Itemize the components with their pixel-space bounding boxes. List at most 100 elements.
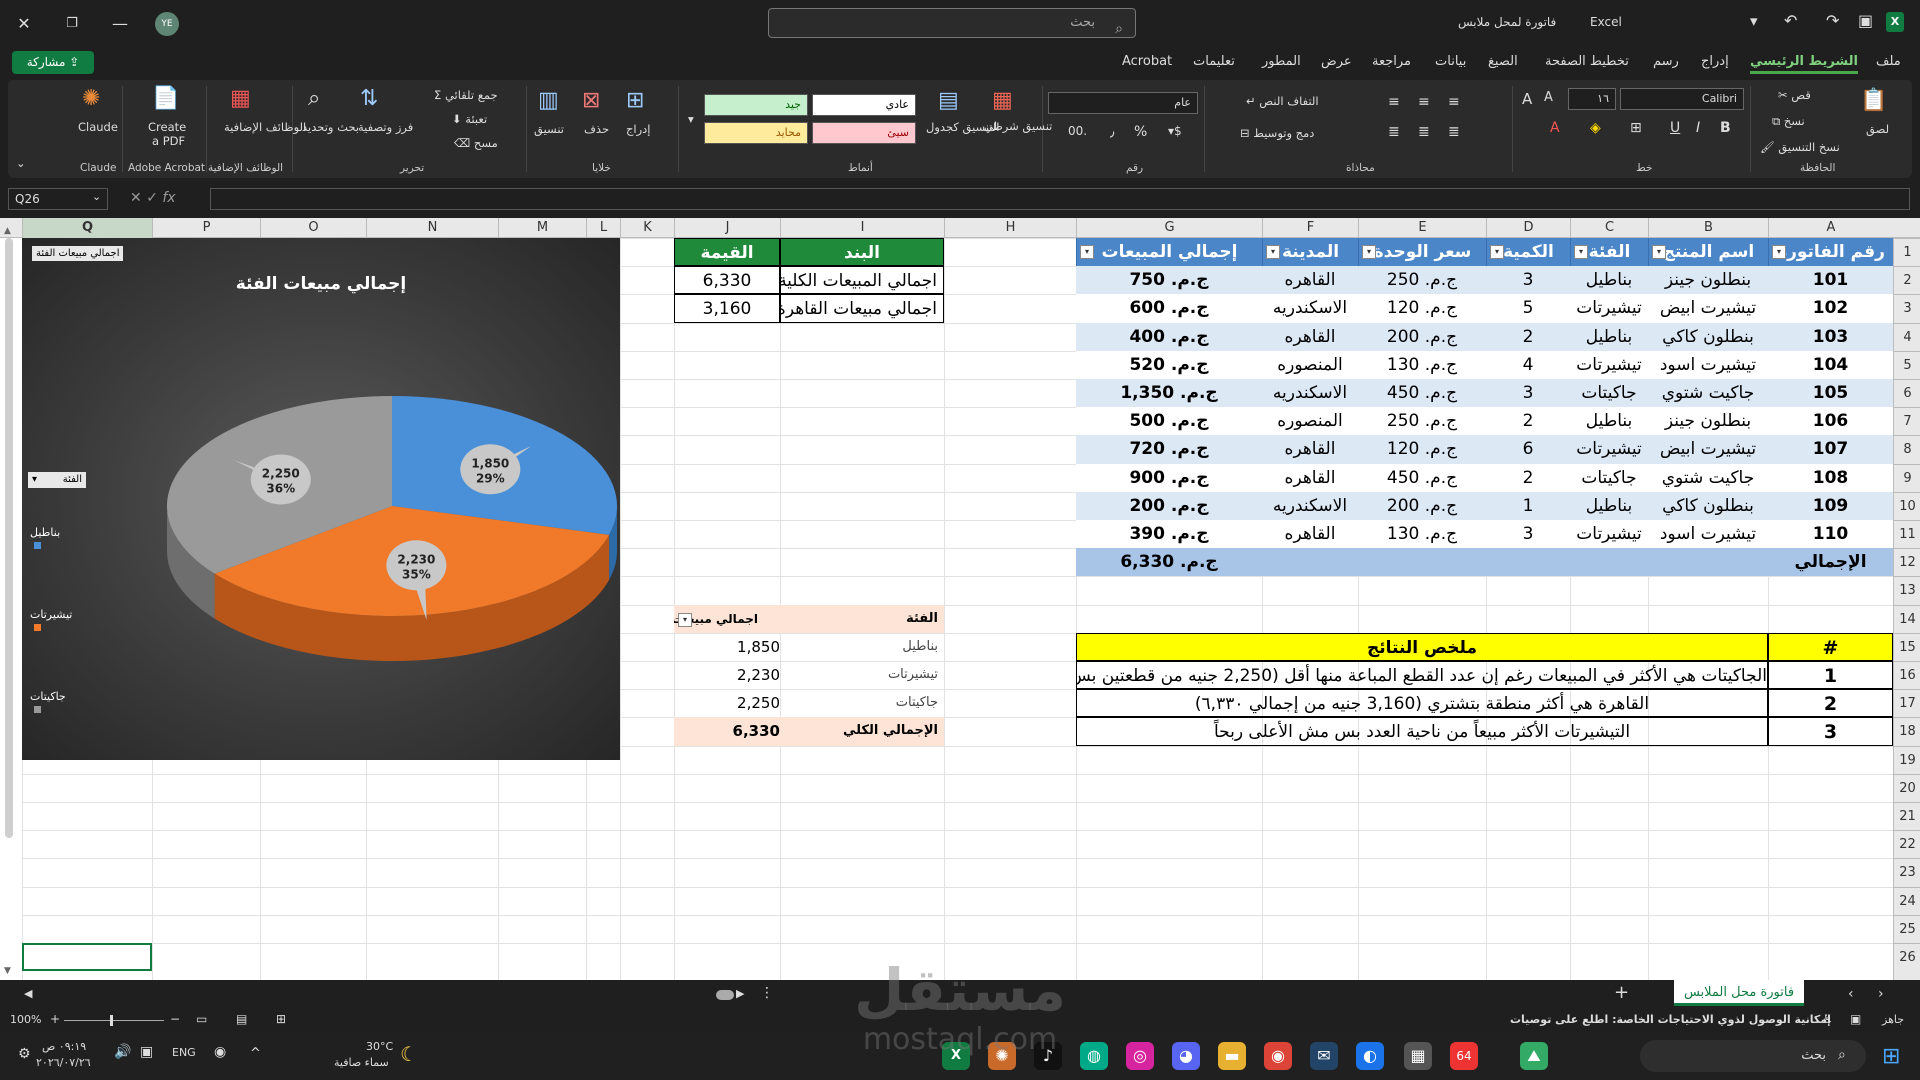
column-header[interactable]: F — [1262, 218, 1358, 238]
clock-time[interactable]: ٠٩:١٩ ص — [42, 1040, 86, 1053]
pivot-category-cell[interactable]: جاكيتات — [780, 689, 944, 717]
claude-button[interactable]: Claude — [78, 120, 118, 134]
kv-value-cell[interactable]: 6,330 — [674, 266, 780, 295]
settings-icon[interactable]: ⚙ — [18, 1046, 31, 1062]
row-header[interactable]: 3 — [1894, 294, 1920, 322]
total-value-cell[interactable]: ج.م. 6,330 — [1076, 548, 1262, 577]
page-layout-view-icon[interactable]: ▤ — [236, 1012, 247, 1026]
next-sheet-icon[interactable]: › — [1878, 986, 1884, 1002]
total-sales-cell[interactable]: ج.م. 520 — [1076, 350, 1262, 379]
invoice-number-cell[interactable]: 104 — [1768, 350, 1893, 379]
insert-cells-button[interactable]: إدراج — [626, 122, 651, 136]
row-header[interactable]: 10 — [1894, 491, 1920, 520]
table-cell[interactable]: 2 — [1486, 407, 1570, 436]
delete-cells-button[interactable]: حذف — [584, 122, 609, 136]
pdf-icon[interactable]: 📄 — [152, 86, 179, 111]
language-indicator[interactable]: ENG — [172, 1046, 196, 1059]
restore-icon[interactable]: ❐ — [60, 12, 84, 36]
pivot-filter-icon[interactable]: ▾ — [678, 612, 692, 627]
pivot-category-cell[interactable]: تيشيرتات — [780, 661, 944, 689]
format-as-table-icon[interactable]: ▤ — [938, 88, 959, 113]
row-header[interactable]: 6 — [1894, 379, 1920, 407]
finding-text[interactable]: القاهرة هي أكثر منطقة بتشتري (3,160 جنيه… — [1076, 689, 1768, 718]
minimize-icon[interactable]: — — [108, 12, 132, 36]
avatar[interactable]: YE — [155, 12, 179, 36]
save-icon[interactable]: ▣ — [1858, 11, 1873, 30]
addins-button[interactable]: الوظائف الإضافية — [224, 120, 306, 134]
table-cell[interactable]: ج.م. 450 — [1358, 463, 1486, 492]
sort-filter-icon[interactable]: ⇅ — [360, 86, 378, 111]
row-header[interactable]: 9 — [1894, 463, 1920, 492]
finding-number[interactable]: 2 — [1768, 689, 1893, 718]
total-label-cell[interactable]: الإجمالي — [1768, 548, 1893, 577]
vertical-scrollbar-thumb[interactable] — [5, 238, 13, 838]
invoice-number-cell[interactable]: 103 — [1768, 322, 1893, 351]
findings-title[interactable]: ملخص النتائج — [1076, 632, 1768, 661]
share-button[interactable]: مشاركة ⇪ — [12, 51, 94, 74]
percent-icon[interactable]: % — [1134, 124, 1147, 140]
row-header[interactable]: 11 — [1894, 520, 1920, 548]
pivot-value-cell[interactable]: 1,850 — [674, 633, 780, 661]
tab-help[interactable]: تعليمات — [1193, 54, 1235, 69]
table-cell[interactable]: القاهره — [1262, 520, 1358, 549]
table-cell[interactable]: الاسكندريه — [1262, 491, 1358, 520]
invoice-number-cell[interactable]: 109 — [1768, 491, 1893, 520]
tab-view[interactable]: عرض — [1321, 54, 1352, 69]
filter-dropdown-icon[interactable]: ▾ — [1490, 245, 1504, 259]
invoice-number-cell[interactable]: 105 — [1768, 379, 1893, 408]
column-header[interactable]: O — [260, 218, 366, 238]
app-64-icon[interactable]: 64 — [1450, 1042, 1478, 1070]
file-explorer-icon[interactable]: ▬ — [1218, 1042, 1246, 1070]
format-cells-button[interactable]: تنسيق — [534, 122, 564, 136]
table-header-cell[interactable]: اسم المنتج — [1648, 238, 1768, 267]
column-header[interactable]: H — [944, 218, 1076, 238]
bold-icon[interactable]: B — [1720, 120, 1731, 136]
zoom-slider-thumb[interactable] — [110, 1015, 113, 1026]
increase-font-icon[interactable]: A — [1522, 90, 1532, 108]
total-sales-cell[interactable]: ج.م. 720 — [1076, 435, 1262, 464]
table-cell[interactable]: ج.م. 450 — [1358, 379, 1486, 408]
table-cell[interactable]: بنطلون كاكي — [1648, 322, 1768, 351]
table-cell[interactable]: القاهره — [1262, 322, 1358, 351]
insert-cells-icon[interactable]: ⊞ — [626, 88, 644, 113]
zoom-in-icon[interactable]: + — [50, 1012, 60, 1026]
table-cell[interactable]: جاكيتات — [1570, 379, 1648, 408]
table-cell[interactable]: تيشيرتات — [1570, 435, 1648, 464]
table-cell[interactable]: تيشيرتات — [1570, 520, 1648, 549]
filter-dropdown-icon[interactable]: ▾ — [1080, 245, 1094, 259]
table-cell[interactable]: القاهره — [1262, 435, 1358, 464]
enter-icon[interactable]: ✓ — [146, 190, 158, 206]
table-cell[interactable]: تيشيرت اسود — [1648, 520, 1768, 549]
row-header[interactable]: 12 — [1894, 548, 1920, 576]
column-header[interactable]: K — [620, 218, 674, 238]
row-header[interactable]: 23 — [1894, 858, 1920, 886]
table-cell[interactable]: 4 — [1486, 350, 1570, 379]
widgets-icon[interactable]: ⛰ — [1520, 1042, 1548, 1070]
clock-date[interactable]: ٢٠٢٦/٠٧/٢٦ — [36, 1056, 91, 1069]
table-cell[interactable]: جاكيت شتوي — [1648, 463, 1768, 492]
clear-button[interactable]: مسح ⌫ — [454, 136, 498, 150]
total-sales-cell[interactable]: ج.م. 500 — [1076, 407, 1262, 436]
row-header[interactable]: 19 — [1894, 745, 1920, 774]
pivot-category-cell[interactable]: بناطيل — [780, 633, 944, 661]
pie-chart[interactable]: اجمالي مبيعات الفئة إجمالي مبيعات الفئة … — [22, 238, 620, 760]
format-cells-icon[interactable]: ▥ — [538, 88, 559, 113]
invoice-number-cell[interactable]: 107 — [1768, 435, 1893, 464]
tab-developer[interactable]: المطور — [1262, 54, 1301, 69]
column-header[interactable]: G — [1076, 218, 1262, 238]
number-format-select[interactable]: عام — [1048, 92, 1198, 114]
instagram-icon[interactable]: ◎ — [1126, 1042, 1154, 1070]
column-header[interactable]: N — [366, 218, 498, 238]
row-header[interactable]: 2 — [1894, 266, 1920, 294]
conditional-format-icon[interactable]: ▦ — [992, 88, 1013, 113]
table-cell[interactable]: ج.م. 200 — [1358, 491, 1486, 520]
table-cell[interactable]: ج.م. 120 — [1358, 435, 1486, 464]
row-header[interactable]: 21 — [1894, 802, 1920, 830]
tab-draw[interactable]: رسم — [1653, 54, 1679, 69]
filter-dropdown-icon[interactable]: ▾ — [1772, 245, 1786, 259]
table-cell[interactable]: تيشيرت ابيض — [1648, 294, 1768, 323]
zoom-level[interactable]: 100% — [10, 1013, 41, 1026]
redo-icon[interactable]: ↷ — [1826, 11, 1839, 30]
sheet-tab-active[interactable]: فاتورة محل الملابس — [1674, 980, 1804, 1006]
table-cell[interactable]: الاسكندريه — [1262, 379, 1358, 408]
